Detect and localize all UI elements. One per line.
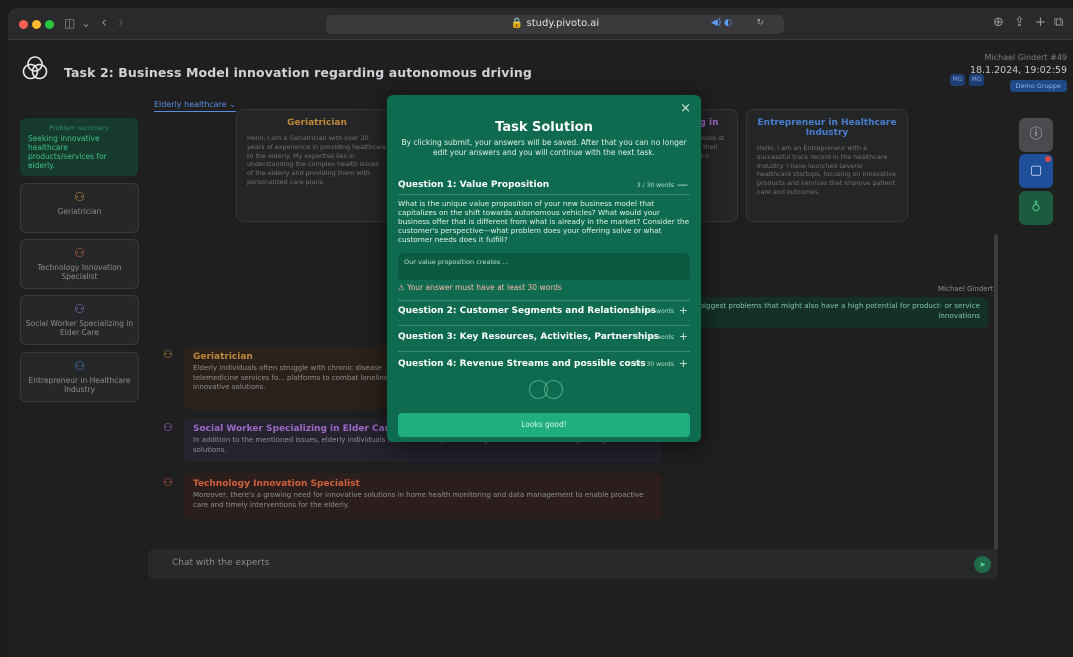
chat-scrollbar[interactable] — [994, 234, 998, 550]
clipboard-button[interactable]: ▢ — [1019, 154, 1053, 188]
browser-toolbar: ◫ ⌄ ‹ › 🔒 study.pivoto.ai ◀) ◐ ↻ ⊕ ⇪ + ⧉ — [8, 8, 1073, 40]
answer-textarea[interactable]: Our value proposition creates ... — [398, 253, 690, 280]
problem-summary-text: Seeking innovative healthcare products/s… — [28, 134, 107, 170]
divider — [398, 194, 690, 195]
group-badge: Demo Gruppe — [1009, 80, 1067, 92]
divider — [398, 325, 690, 326]
collapse-icon[interactable]: — — [677, 178, 688, 191]
word-count: 3 / 30 words — [636, 182, 674, 189]
validation-error: ⚠ Your answer must have at least 30 word… — [398, 283, 562, 292]
sidebar-item-entrepreneur[interactable]: ⚇ Entrepreneur in Healthcare Industry — [20, 352, 139, 402]
info-button[interactable]: ⓘ — [1019, 118, 1053, 152]
page-title: Task 2: Business Model innovation regard… — [64, 65, 532, 80]
user-icon: ⚇ — [74, 246, 85, 260]
sidebar-item-label: Entrepreneur in Healthcare Industry — [28, 376, 131, 394]
expand-icon[interactable]: + — [679, 357, 688, 370]
user-icon: ⚇ — [74, 190, 85, 204]
expert-card-description: Hello, I am an Entrepreneur with a succe… — [757, 144, 896, 196]
chevron-down-icon[interactable]: ⌄ — [81, 16, 91, 30]
divider — [398, 300, 690, 301]
tab-overview-icon[interactable]: ⧉ — [1054, 15, 1063, 30]
chat-message-technology-specialist: Technology Innovation Specialist Moreove… — [184, 473, 662, 519]
user-name: Michael Gindert #49 — [984, 53, 1067, 62]
word-count: 33 / 30 words — [633, 308, 674, 315]
pivoto-logo-icon — [22, 56, 48, 80]
chat-input[interactable]: Chat with the experts — [148, 549, 998, 579]
download-icon[interactable]: ⊕ — [993, 15, 1004, 30]
question-label: Question 1: Value Proposition — [398, 180, 550, 190]
sidebar-item-technology-innovation-specialist[interactable]: ⚇ Technology Innovation Specialist — [20, 239, 139, 289]
audio-playing-icon[interactable]: ◀) ◐ — [711, 18, 732, 28]
word-count: 33 / 30 words — [633, 361, 674, 368]
expert-card-name: Geriatrician — [287, 118, 347, 128]
question-1-text: What is the unique value proposition of … — [398, 199, 690, 244]
user-icon: ⚇ — [163, 348, 173, 361]
warning-icon: ⚠ — [398, 283, 405, 292]
sidebar-item-label: Social Worker Specializing in Elder Care — [25, 319, 134, 337]
expand-icon[interactable]: + — [679, 304, 688, 317]
task-solution-dialog: × Task Solution By clicking submit, your… — [387, 95, 701, 442]
minimize-window-button[interactable] — [32, 20, 41, 29]
divider — [398, 351, 690, 352]
sidebar-item-label: Geriatrician — [57, 207, 102, 216]
lightbulb-icon: ♁ — [1031, 200, 1041, 215]
expert-card-name: Entrepreneur in Healthcare Industry — [757, 118, 897, 138]
expert-card-description: Hello, I am a Geriatrician with over 20 … — [247, 134, 387, 186]
problem-summary-heading: Problem summary — [49, 124, 109, 132]
hint-button[interactable]: ♁ — [1019, 191, 1053, 225]
question-label: Question 3: Key Resources, Activities, P… — [398, 332, 660, 342]
word-count: 33 / 30 words — [633, 334, 674, 341]
submit-button[interactable]: Looks good! — [398, 413, 690, 437]
close-icon[interactable]: × — [680, 101, 691, 116]
send-button[interactable]: ➤ — [974, 556, 991, 573]
chevron-down-icon: ⌄ — [229, 100, 236, 109]
tab-elderly-healthcare[interactable]: Elderly healthcare ⌄ — [154, 100, 236, 112]
participant-badge: MG — [950, 74, 965, 86]
expand-icon[interactable]: + — [679, 330, 688, 343]
user-info: Michael Gindert #49 18.1.2024, 19:02:59 … — [970, 53, 1067, 92]
user-icon: ⚇ — [74, 359, 85, 373]
browser-window: ◫ ⌄ ‹ › 🔒 study.pivoto.ai ◀) ◐ ↻ ⊕ ⇪ + ⧉… — [8, 8, 1073, 657]
session-date: 18.1.2024, 19:02:59 — [969, 65, 1067, 76]
question-label: Question 4: Revenue Streams and possible… — [398, 359, 646, 369]
validation-error-text: Your answer must have at least 30 words — [407, 283, 562, 292]
expert-card-entrepreneur[interactable]: Entrepreneur in Healthcare Industry Hell… — [746, 109, 908, 222]
chat-input-placeholder: Chat with the experts — [172, 558, 270, 568]
user-icon: ⚇ — [163, 476, 173, 489]
sidebar-item-social-worker[interactable]: ⚇ Social Worker Specializing in Elder Ca… — [20, 295, 139, 345]
dialog-subtitle: By clicking submit, your answers will be… — [401, 138, 687, 157]
notification-dot — [1045, 156, 1051, 162]
share-icon[interactable]: ⇪ — [1014, 15, 1025, 30]
clipboard-icon: ▢ — [1029, 163, 1043, 178]
question-label: Question 2: Customer Segments and Relati… — [398, 306, 657, 316]
sidebar-item-label: Technology Innovation Specialist — [37, 263, 122, 281]
send-icon: ➤ — [979, 560, 986, 569]
forward-icon[interactable]: › — [118, 13, 124, 31]
new-tab-icon[interactable]: + — [1035, 15, 1046, 30]
url-value: study.pivoto.ai — [526, 18, 600, 29]
tab-label: Elderly healthcare — [154, 100, 227, 109]
refresh-icon[interactable]: ↻ — [756, 18, 764, 28]
info-icon: ⓘ — [1029, 127, 1043, 142]
close-window-button[interactable] — [19, 20, 28, 29]
dialog-title: Task Solution — [495, 120, 593, 135]
user-icon: ⚇ — [163, 421, 173, 434]
loading-spinner-icon — [544, 380, 563, 399]
sidebar-item-geriatrician[interactable]: ⚇ Geriatrician — [20, 183, 139, 233]
chat-message-author: Technology Innovation Specialist — [193, 479, 360, 489]
sidebar-toggle-icon[interactable]: ◫ — [64, 16, 75, 30]
user-message-label: Michael Gindert — [938, 285, 994, 293]
zoom-window-button[interactable] — [45, 20, 54, 29]
expert-card-geriatrician[interactable]: Geriatrician Hello, I am a Geriatrician … — [236, 109, 398, 222]
back-icon[interactable]: ‹ — [101, 13, 107, 31]
user-icon: ⚇ — [74, 302, 85, 316]
problem-summary: Problem summary Seeking innovative healt… — [20, 118, 138, 176]
chat-message-text: Moreover, there's a growing need for inn… — [193, 491, 644, 509]
address-bar[interactable]: 🔒 study.pivoto.ai ◀) ◐ ↻ — [326, 15, 784, 34]
